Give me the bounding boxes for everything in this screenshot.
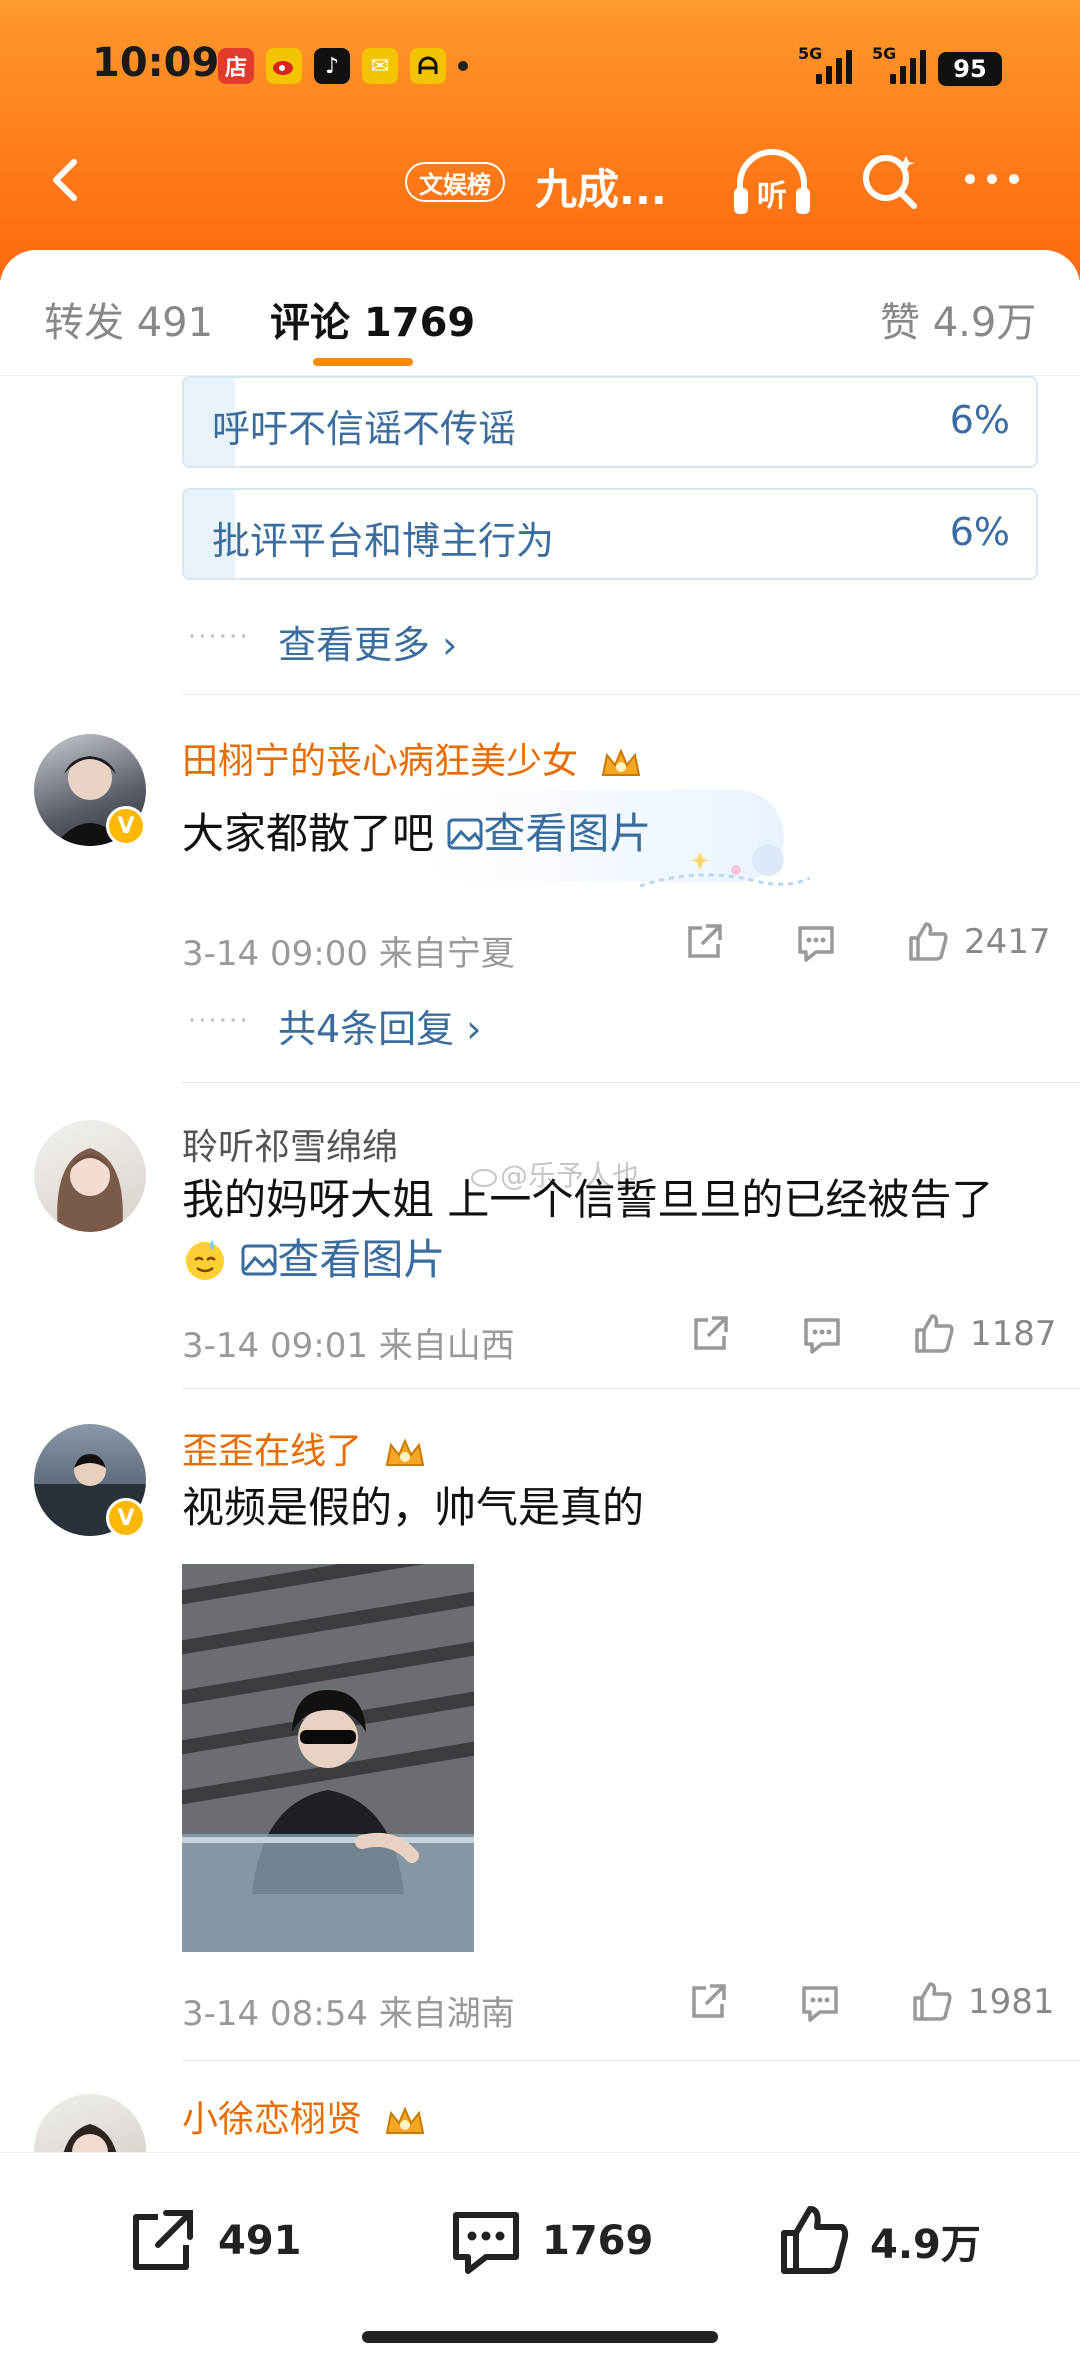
- comment-text: 大家都散了吧 查看图片: [182, 809, 652, 858]
- tab-repost[interactable]: 转发 491: [44, 290, 213, 348]
- app-icon: [410, 48, 446, 84]
- poll-option[interactable]: 批评平台和博主行为 6%: [182, 488, 1038, 580]
- image-icon: [241, 1244, 277, 1276]
- like-button[interactable]: 1981: [910, 1980, 1055, 2024]
- signal-icon-2: 5G: [872, 44, 926, 84]
- divider: [182, 1388, 1080, 1389]
- comment-image[interactable]: [182, 1564, 474, 1952]
- comment-username[interactable]: 聆听祁雪绵绵: [182, 1118, 398, 1170]
- comment-icon: [453, 2212, 519, 2274]
- reply-button[interactable]: [800, 1312, 844, 1356]
- share-icon: [694, 1316, 728, 1350]
- share-button[interactable]: [686, 1980, 730, 2024]
- divider: [182, 1082, 1080, 1083]
- comment-text: 视频是假的，帅气是真的: [182, 1483, 645, 1532]
- comment-count: 1769: [542, 2218, 654, 2264]
- verified-badge-icon: V: [106, 806, 146, 846]
- tab-comments[interactable]: 评论 1769: [270, 290, 475, 348]
- comment-icon: [798, 926, 834, 962]
- bottom-action-bar: 491 1769 4.9万: [0, 2152, 1080, 2362]
- page-title: 九成...: [535, 165, 667, 214]
- view-more-link[interactable]: 查看更多 ›: [278, 614, 457, 669]
- view-image-link[interactable]: 查看图片: [241, 1235, 445, 1284]
- like-count: 1981: [968, 1982, 1055, 2022]
- like-button[interactable]: 1187: [912, 1312, 1057, 1356]
- entertainment-rank-badge[interactable]: 文娱榜: [405, 162, 505, 202]
- comment-meta: 3-14 08:54 来自湖南: [182, 1994, 515, 2034]
- reply-button[interactable]: [794, 920, 838, 964]
- battery-indicator: 95: [938, 52, 1002, 86]
- tiktok-app-icon: ♪: [314, 48, 350, 84]
- status-time: 10:09: [92, 40, 220, 86]
- poll-option-label: 呼吁不信谣不传谣: [212, 407, 517, 451]
- tab-likes[interactable]: 赞 4.9万: [880, 290, 1036, 348]
- thumbs-up-icon: [781, 2206, 849, 2274]
- svg-text:听: 听: [757, 179, 787, 214]
- signal-icon-1: 5G: [798, 44, 852, 84]
- thread-dots: ······: [188, 1006, 250, 1036]
- like-count: 1187: [970, 1314, 1057, 1354]
- poll-option-percent: 6%: [949, 510, 1010, 554]
- thread-dots: ······: [188, 622, 250, 652]
- image-icon: [447, 818, 483, 850]
- share-icon: [692, 1984, 726, 2018]
- comment-meta: 3-14 09:00 来自宁夏: [182, 934, 515, 974]
- like-button[interactable]: 4.9万: [776, 2203, 981, 2279]
- back-icon[interactable]: [38, 150, 98, 210]
- crown-icon: [386, 1438, 425, 1466]
- thumbs-up-icon: [909, 922, 948, 961]
- repost-count: 491: [218, 2218, 302, 2264]
- comment-text: 我的妈呀大姐 上一个信誓旦旦的已经被告了 查看图片: [182, 1175, 994, 1284]
- comment-icon: [802, 1986, 838, 2022]
- more-options-icon[interactable]: [965, 174, 1019, 184]
- crown-icon: [602, 748, 641, 776]
- poll-option-percent: 6%: [949, 398, 1010, 442]
- reply-button[interactable]: [798, 1980, 842, 2024]
- weibo-app-icon: [266, 48, 302, 84]
- share-icon: [133, 2210, 193, 2270]
- poll-option-label: 批评平台和博主行为: [212, 519, 555, 563]
- comment-username[interactable]: 田栩宁的丧心病狂美少女: [182, 732, 643, 784]
- shop-app-icon: 店: [218, 48, 254, 84]
- share-button[interactable]: [682, 920, 726, 964]
- thumbs-up-icon: [915, 1314, 954, 1353]
- repost-button[interactable]: 491: [124, 2203, 302, 2279]
- comment-username[interactable]: 歪歪在线了: [182, 1422, 427, 1474]
- share-icon: [688, 924, 722, 958]
- divider: [182, 694, 1080, 695]
- emoji-icon: [186, 1240, 224, 1280]
- divider: [182, 2060, 1080, 2061]
- more-notifications-dot: [458, 61, 468, 71]
- sparkle-decoration-icon: [640, 844, 810, 888]
- nav-bar: 文娱榜 九成... 听: [0, 140, 1080, 230]
- view-replies-link[interactable]: 共4条回复 ›: [278, 998, 481, 1053]
- comment-icon: [804, 1318, 840, 1354]
- comment-meta: 3-14 09:01 来自山西: [182, 1326, 515, 1366]
- avatar[interactable]: [34, 1120, 146, 1232]
- home-indicator: [362, 2331, 718, 2343]
- verified-badge-icon: V: [106, 1498, 146, 1538]
- mail-app-icon: ✉: [362, 48, 398, 84]
- crown-icon: [386, 2106, 425, 2134]
- like-count: 4.9万: [870, 2222, 981, 2268]
- listen-icon[interactable]: 听: [730, 148, 814, 220]
- like-count: 2417: [964, 922, 1051, 962]
- search-icon[interactable]: [858, 150, 922, 214]
- tab-bar: 转发 491 评论 1769 赞 4.9万: [0, 250, 1080, 376]
- like-button[interactable]: 2417: [906, 920, 1051, 964]
- active-tab-indicator: [313, 358, 413, 366]
- poll-option[interactable]: 呼吁不信谣不传谣 6%: [182, 376, 1038, 468]
- view-image-link[interactable]: 查看图片: [447, 809, 651, 858]
- comment-username[interactable]: 小徐恋栩贤: [182, 2090, 427, 2142]
- notification-icons: 店 ♪ ✉: [218, 48, 468, 84]
- thumbs-up-icon: [913, 1982, 952, 2021]
- status-bar: 10:09 店 ♪ ✉ 5G 5G 95: [0, 0, 1080, 130]
- comment-button[interactable]: 1769: [448, 2203, 653, 2279]
- share-button[interactable]: [688, 1312, 732, 1356]
